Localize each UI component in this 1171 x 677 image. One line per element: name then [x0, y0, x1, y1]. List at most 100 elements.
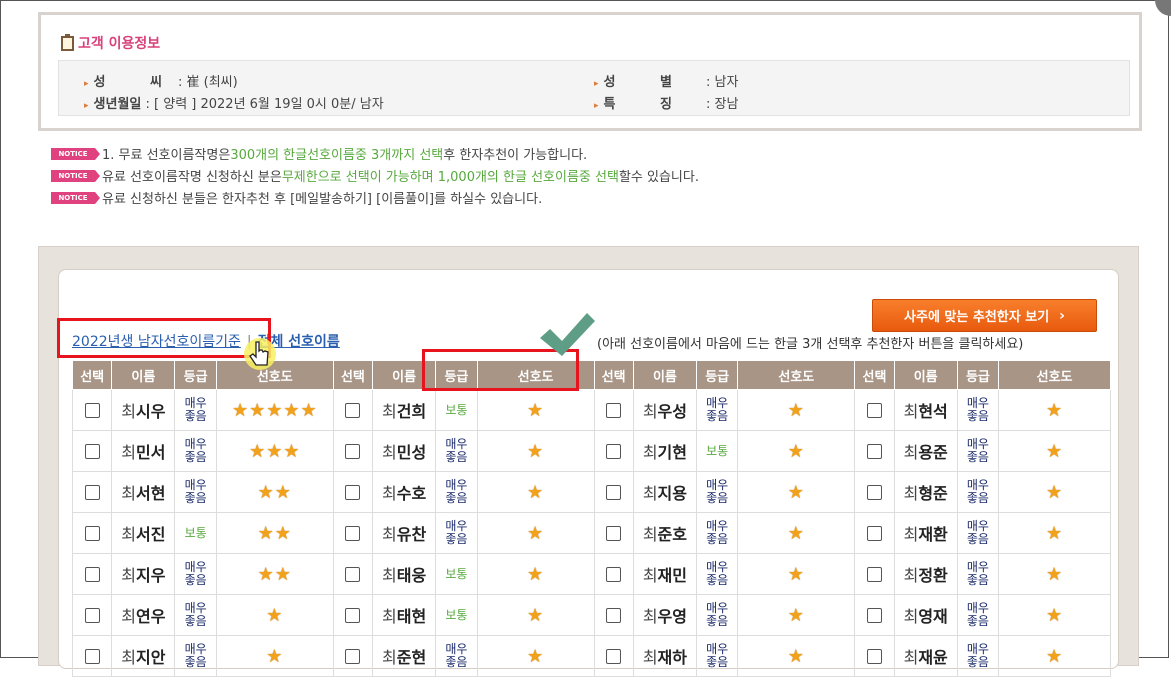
preference-stars-icon: ★ — [1045, 481, 1064, 503]
name-checkbox[interactable] — [84, 484, 100, 500]
column-header: 등급 — [174, 360, 217, 390]
name-text: 최용준 — [904, 443, 948, 462]
preference-stars-icon: ★ — [1045, 399, 1064, 421]
preference-cell: ★ — [476, 635, 595, 677]
name-checkbox[interactable] — [345, 648, 361, 664]
name-cell: 최수호 — [372, 471, 437, 513]
select-cell — [71, 594, 113, 636]
select-cell — [593, 635, 634, 677]
name-cell: 최지우 — [111, 553, 176, 595]
grade-cell: 매우좋음 — [956, 553, 1000, 595]
name-cell: 최용준 — [893, 430, 958, 472]
name-text: 최민서 — [121, 443, 165, 462]
feature-label: 특 징 — [603, 97, 692, 112]
name-checkbox[interactable] — [606, 402, 622, 418]
name-checkbox[interactable] — [84, 402, 100, 418]
name-checkbox[interactable] — [866, 648, 882, 664]
name-checkbox[interactable] — [84, 443, 100, 459]
preference-stars-icon: ★★ — [257, 563, 292, 585]
preference-cell: ★ — [737, 594, 856, 636]
name-checkbox[interactable] — [606, 484, 622, 500]
name-checkbox[interactable] — [866, 402, 882, 418]
surname-text: 최 — [382, 525, 397, 544]
name-text: 최재하 — [643, 648, 687, 667]
grade-cell: 매우좋음 — [956, 594, 1000, 636]
name-checkbox[interactable] — [345, 525, 361, 541]
name-checkbox[interactable] — [606, 443, 622, 459]
select-cell — [332, 594, 374, 636]
name-checkbox[interactable] — [866, 566, 882, 582]
surname-text: 최 — [121, 443, 137, 462]
name-checkbox[interactable] — [866, 443, 882, 459]
surname-text: 최 — [121, 648, 137, 667]
name-checkbox[interactable] — [866, 484, 882, 500]
grade-cell: 매우좋음 — [695, 553, 739, 595]
name-cell: 최우영 — [632, 594, 697, 636]
select-cell — [854, 594, 895, 636]
grade-label: 매우좋음 — [184, 600, 207, 628]
preference-cell: ★ — [998, 512, 1111, 554]
bullet-arrow-icon: ▸ — [594, 79, 599, 89]
name-checkbox[interactable] — [345, 607, 361, 623]
surname-text: 최 — [642, 525, 658, 544]
notice-2: NOTICE 유료 선호이름작명 신청하신 분은 무제한으로 선택이 가능하며 1… — [51, 166, 699, 185]
name-checkbox[interactable] — [345, 484, 361, 500]
gender-label: 성 별 — [603, 75, 692, 90]
name-checkbox[interactable] — [84, 566, 100, 582]
grade-label: 매우좋음 — [445, 518, 468, 546]
grade-label: 보통 — [445, 608, 468, 622]
name-checkbox[interactable] — [84, 607, 100, 623]
name-checkbox[interactable] — [866, 525, 882, 541]
recommend-hanja-button[interactable]: 사주에 맞는 추천한자 보기 › — [872, 299, 1097, 332]
given-name-text: 지안 — [136, 648, 166, 667]
preference-stars-icon: ★★ — [257, 522, 292, 544]
name-cell: 최지안 — [111, 635, 176, 677]
customer-info-box: ▸ 성 씨: 崔 (최씨) ▸ 생년월일 : [ 양력 ] 2022년 6월 19일… — [58, 60, 1130, 116]
name-checkbox[interactable] — [606, 607, 622, 623]
name-checkbox[interactable] — [84, 648, 100, 664]
name-checkbox[interactable] — [345, 443, 361, 459]
select-cell — [593, 594, 634, 636]
preference-cell: ★ — [737, 389, 856, 431]
grade-label: 매우좋음 — [706, 477, 729, 505]
preference-stars-icon: ★ — [526, 440, 545, 462]
surname-text: 최 — [121, 402, 137, 421]
preference-cell: ★ — [476, 594, 595, 636]
select-cell — [71, 430, 113, 472]
name-cell: 최태웅 — [372, 553, 437, 595]
surname-text: 최 — [642, 402, 658, 421]
chevron-right-icon: › — [1059, 307, 1065, 324]
name-checkbox[interactable] — [345, 402, 361, 418]
name-checkbox[interactable] — [345, 566, 361, 582]
preference-cell: ★★★ — [215, 430, 334, 472]
name-text: 최형준 — [904, 484, 948, 503]
name-checkbox[interactable] — [606, 566, 622, 582]
grade-cell: 매우좋음 — [956, 512, 1000, 554]
grade-cell: 보통 — [435, 594, 478, 636]
name-checkbox[interactable] — [606, 648, 622, 664]
name-cell: 최우성 — [632, 389, 697, 431]
name-text: 최현석 — [904, 402, 948, 421]
preference-stars-icon: ★ — [787, 645, 805, 667]
grade-cell: 매우좋음 — [695, 512, 739, 554]
name-checkbox[interactable] — [84, 525, 100, 541]
select-cell — [854, 512, 895, 554]
name-checkbox[interactable] — [866, 607, 882, 623]
grade-label: 매우좋음 — [966, 395, 989, 423]
preference-cell: ★ — [998, 635, 1111, 677]
preference-stars-icon: ★ — [526, 645, 545, 667]
name-text: 최시우 — [121, 402, 165, 421]
grade-cell: 매우좋음 — [435, 635, 478, 677]
preference-stars-icon: ★ — [1045, 604, 1064, 626]
clipboard-icon — [61, 33, 74, 51]
name-text: 최재윤 — [904, 648, 948, 667]
grade-label: 매우좋음 — [966, 641, 989, 669]
grade-label: 매우좋음 — [706, 600, 729, 628]
given-name-text: 영재 — [918, 607, 948, 626]
given-name-text: 건희 — [396, 402, 427, 421]
birth-value: : [ 양력 ] 2022년 6월 19일 0시 0분/ 남자 — [145, 97, 384, 112]
name-checkbox[interactable] — [606, 525, 622, 541]
preference-cell: ★ — [737, 471, 856, 513]
name-cell: 최준호 — [632, 512, 697, 554]
gender-value: : 남자 — [705, 75, 739, 90]
